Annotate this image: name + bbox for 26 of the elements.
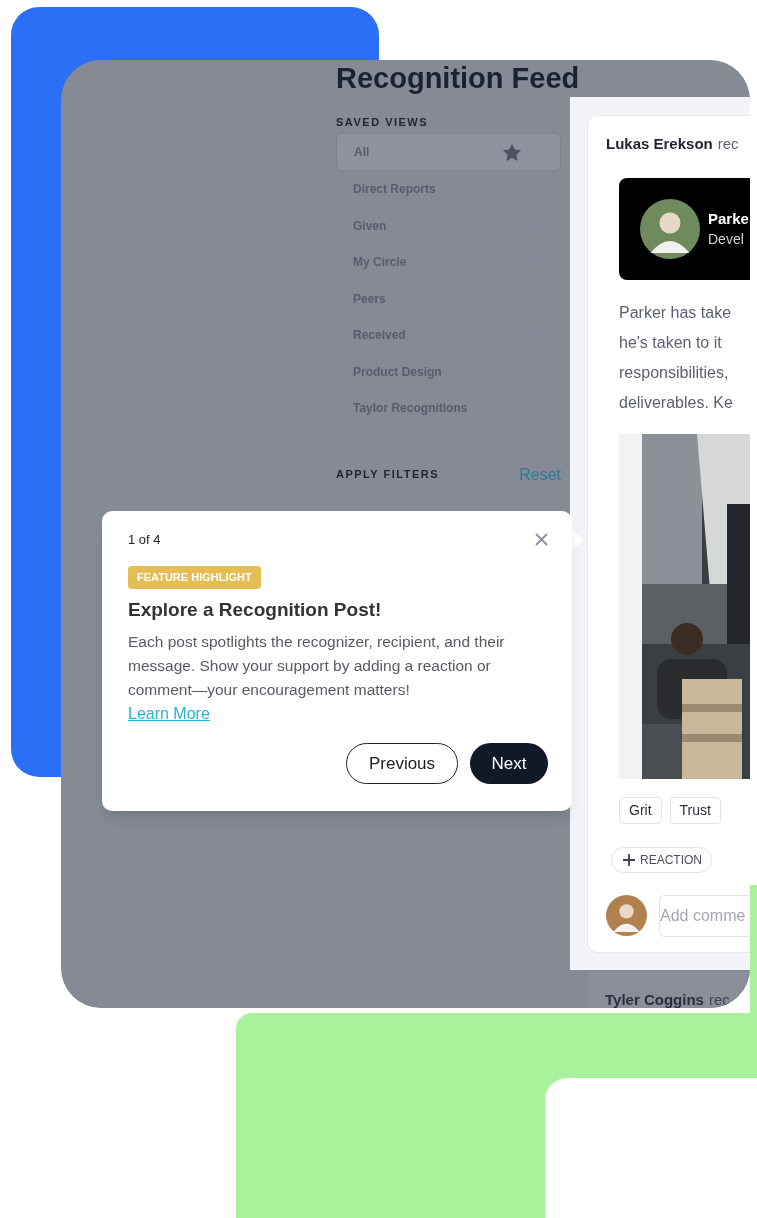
post-message: Parker has take he's taken to it responsibilities, deliverables. Ke xyxy=(619,302,734,413)
learn-more-link[interactable]: Learn More xyxy=(128,702,210,726)
star-icon[interactable] xyxy=(502,142,522,162)
popover-body: Each post spotlights the recognizer, recipient, and their message. Show your support by adding a reaction or comment—your encouragement matters! xyxy=(128,632,506,700)
avatar xyxy=(640,198,700,259)
author-name: Tyler Coggins xyxy=(605,990,704,1008)
section-heading: APPLY FILTERS xyxy=(336,467,440,483)
page-title: Recognition Feed xyxy=(336,61,580,96)
post-action: rec xyxy=(717,134,739,154)
feature-badge: FEATURE HIGHLIGHT xyxy=(128,565,261,589)
next-button[interactable]: Next xyxy=(470,743,548,784)
avatar xyxy=(606,895,647,936)
recipient-role: Devel xyxy=(708,229,745,249)
reset-link[interactable]: Reset xyxy=(519,462,561,487)
previous-button[interactable]: Previous xyxy=(346,743,458,784)
comment-field[interactable]: Add comme xyxy=(659,894,750,937)
section-heading: SAVED VIEWS xyxy=(336,115,430,130)
step-counter: 1 of 4 xyxy=(128,531,161,549)
post-action: rec xyxy=(708,990,730,1008)
recipient-name: Parke xyxy=(708,208,749,229)
value-tag: Trust xyxy=(669,796,721,824)
author-name: Lukas Erekson xyxy=(606,134,713,154)
value-tag: Grit xyxy=(619,796,662,824)
close-icon[interactable] xyxy=(535,533,548,547)
popover-title: Explore a Recognition Post! xyxy=(128,597,383,622)
plus-icon xyxy=(622,852,636,867)
